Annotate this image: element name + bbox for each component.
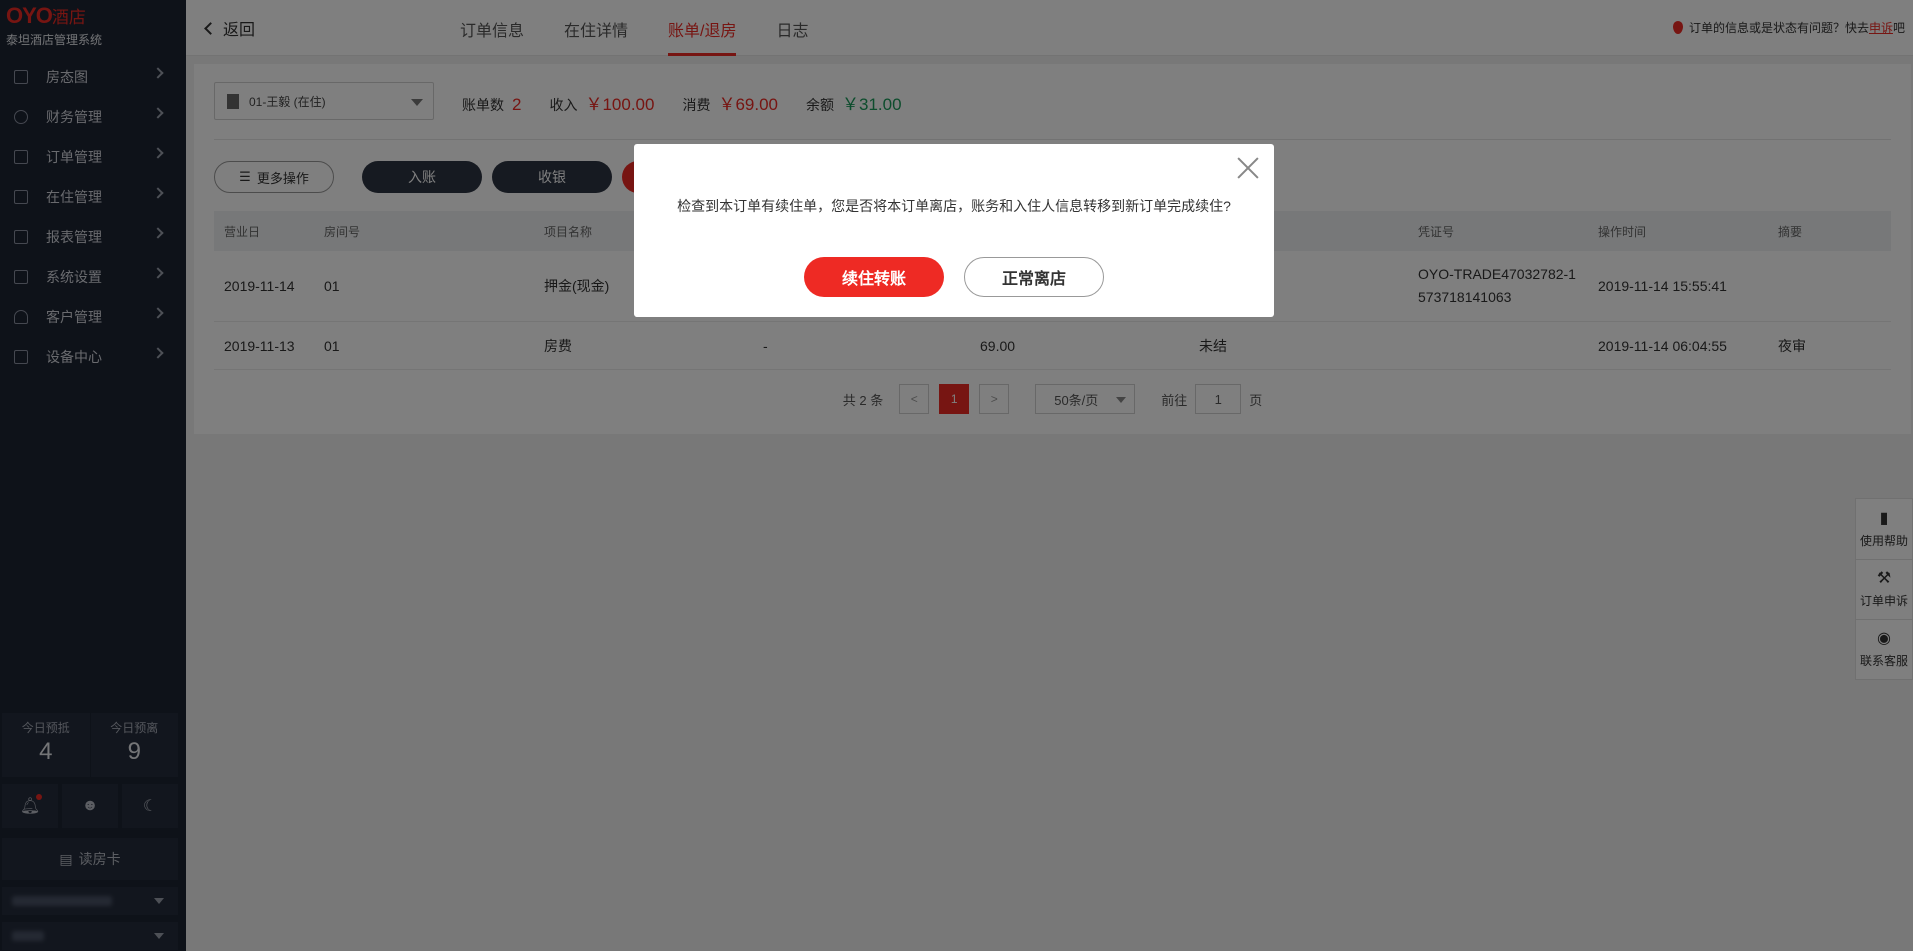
renewal-dialog: 检查到本订单有续住单，您是否将本订单离店，账务和入住人信息转移到新订单完成续住?… — [634, 144, 1274, 317]
renew-transfer-button[interactable]: 续住转账 — [804, 257, 944, 297]
dialog-buttons: 续住转账 正常离店 — [634, 257, 1274, 297]
close-icon[interactable] — [1236, 156, 1260, 180]
dialog-message: 检查到本订单有续住单，您是否将本订单离店，账务和入住人信息转移到新订单完成续住? — [677, 198, 1231, 214]
modal-overlay[interactable] — [0, 0, 1913, 951]
normal-checkout-button[interactable]: 正常离店 — [964, 257, 1104, 297]
